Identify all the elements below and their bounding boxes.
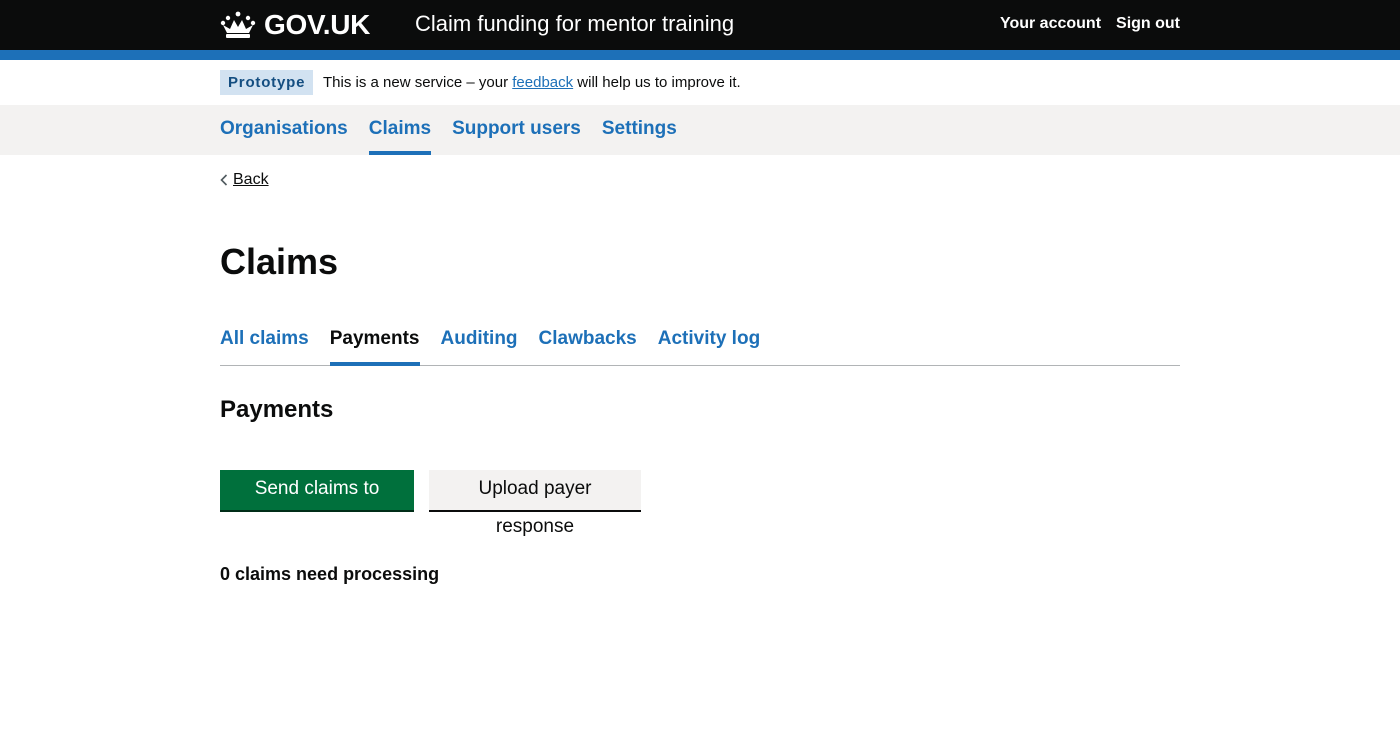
sign-out-link[interactable]: Sign out bbox=[1116, 14, 1180, 34]
nav-link-support-users[interactable]: Support users bbox=[452, 105, 581, 140]
section-title: Payments bbox=[220, 396, 334, 423]
phase-banner: Prototype This is a new service – your f… bbox=[0, 60, 1400, 105]
tab-all-claims: All claims bbox=[220, 324, 309, 366]
claims-tabs: All claims Payments Auditing Clawbacks A… bbox=[220, 324, 1180, 366]
logo-text: GOV.UK bbox=[264, 9, 371, 40]
site-header: GOV.UK Claim funding for mentor training… bbox=[0, 0, 1400, 60]
tab-link-all-claims[interactable]: All claims bbox=[220, 324, 309, 350]
claims-count-text: 0 claims need processing bbox=[220, 564, 440, 584]
tab-payments: Payments bbox=[329, 324, 420, 366]
account-nav: Your account Sign out bbox=[1000, 14, 1180, 34]
tab-link-clawbacks[interactable]: Clawbacks bbox=[539, 324, 637, 350]
tab-link-activity-log[interactable]: Activity log bbox=[658, 324, 760, 350]
nav-item-support-users: Support users bbox=[452, 105, 581, 155]
nav-link-claims[interactable]: Claims bbox=[369, 105, 431, 140]
nav-item-organisations: Organisations bbox=[220, 105, 348, 155]
tab-clawbacks: Clawbacks bbox=[539, 324, 637, 366]
phase-text-after: will help us to improve it. bbox=[573, 74, 741, 91]
page-title: Claims bbox=[220, 241, 339, 282]
nav-item-settings: Settings bbox=[602, 105, 677, 155]
chevron-left-icon bbox=[220, 174, 228, 186]
prototype-tag: Prototype bbox=[220, 70, 314, 95]
upload-payer-response-button[interactable]: Upload payer response bbox=[429, 470, 641, 537]
service-name-link[interactable]: Claim funding for mentor training bbox=[415, 10, 734, 38]
nav-item-claims: Claims bbox=[368, 105, 432, 155]
tab-link-payments[interactable]: Payments bbox=[330, 324, 420, 350]
crown-icon bbox=[220, 11, 256, 38]
send-claims-to-payer-button[interactable]: Send claims to payer bbox=[220, 470, 414, 537]
back-link[interactable]: Back bbox=[220, 170, 269, 190]
tab-activity-log: Activity log bbox=[658, 324, 760, 366]
govuk-logo-link[interactable]: GOV.UK bbox=[220, 8, 370, 42]
header-blue-bar bbox=[0, 50, 1400, 60]
tab-auditing: Auditing bbox=[441, 324, 518, 366]
nav-link-organisations[interactable]: Organisations bbox=[220, 105, 348, 140]
feedback-link[interactable]: feedback bbox=[512, 74, 573, 91]
your-account-link[interactable]: Your account bbox=[1000, 14, 1101, 34]
tab-link-auditing[interactable]: Auditing bbox=[441, 324, 518, 350]
phase-banner-text: This is a new service – your feedback wi… bbox=[323, 73, 741, 93]
nav-link-settings[interactable]: Settings bbox=[602, 105, 677, 140]
phase-text-before: This is a new service – your bbox=[323, 74, 513, 91]
service-navigation: Organisations Claims Support users Setti… bbox=[0, 105, 1400, 155]
back-link-label: Back bbox=[233, 171, 269, 188]
